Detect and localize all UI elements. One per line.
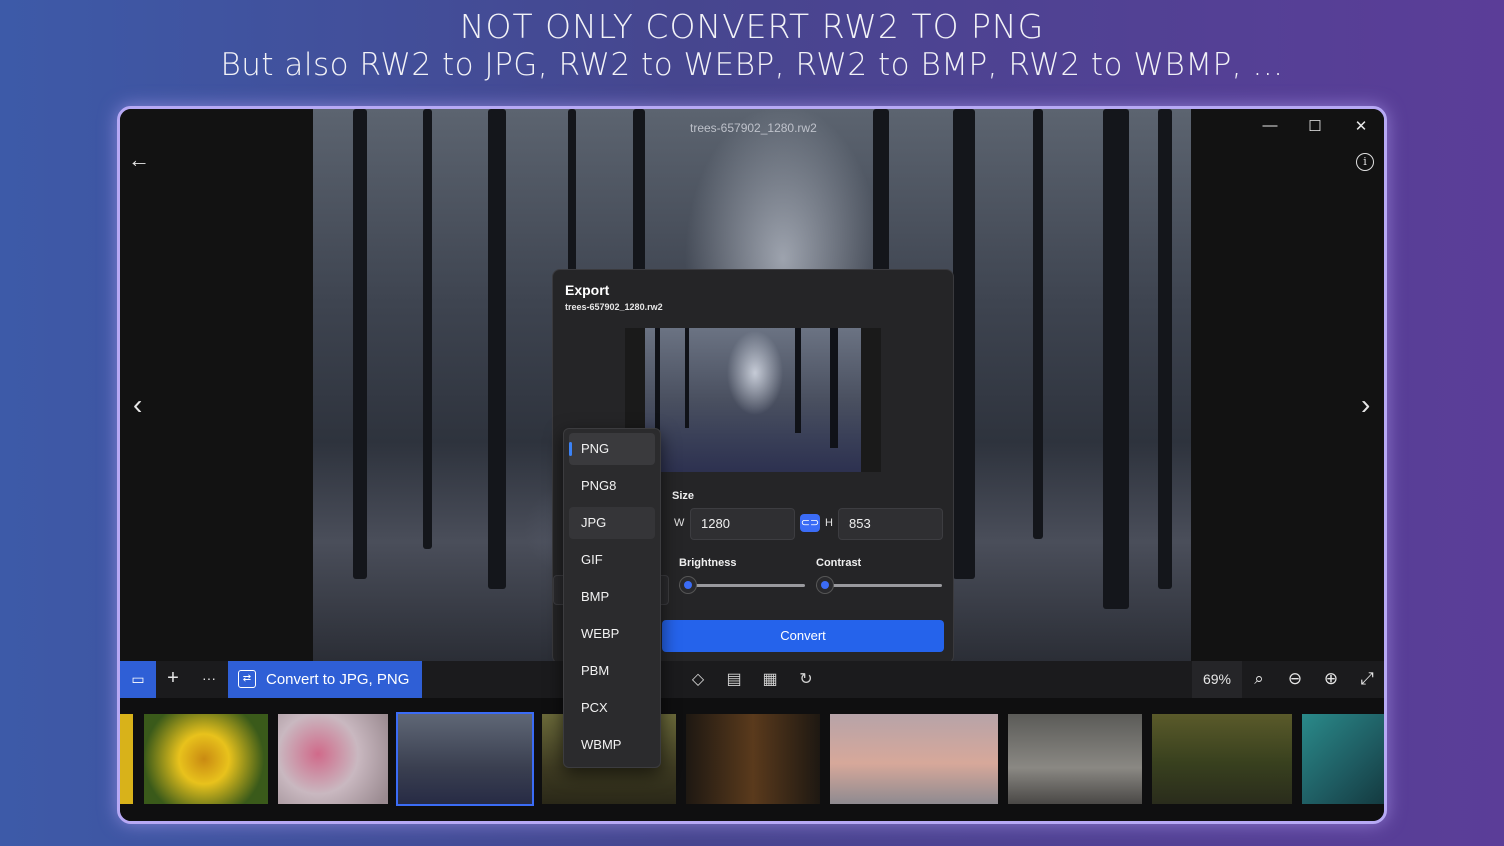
banner-line-1: NOT ONLY CONVERT RW2 TO PNG [459, 7, 1045, 46]
gallery-toggle-icon[interactable]: ▭ [120, 661, 156, 698]
add-icon[interactable]: + [158, 661, 188, 698]
minimize-button[interactable]: — [1255, 117, 1285, 134]
convert-button[interactable]: Convert [662, 620, 944, 652]
back-arrow-icon[interactable]: ← [128, 147, 150, 173]
filmstrip [120, 698, 1384, 821]
format-option-bmp[interactable]: BMP [569, 581, 655, 613]
thumbnail[interactable] [120, 714, 133, 804]
format-option-gif[interactable]: GIF [569, 544, 655, 576]
thumbnail[interactable] [830, 714, 998, 804]
close-button[interactable]: ✕ [1346, 117, 1376, 135]
format-option-png[interactable]: PNG [569, 433, 655, 465]
width-label: W [674, 517, 685, 529]
zoom-in-icon[interactable]: ⊕ [1318, 661, 1344, 698]
zoom-level: 69% [1192, 661, 1242, 698]
maximize-button[interactable]: ☐ [1300, 117, 1330, 135]
thumbnail[interactable] [686, 714, 820, 804]
more-icon[interactable]: ··· [194, 661, 224, 698]
width-input[interactable]: 1280 [690, 508, 795, 540]
thumbnail[interactable] [1302, 714, 1384, 804]
image-viewer: trees-657902_1280.rw2 — ☐ ✕ ← i ‹ › Expo… [120, 109, 1384, 664]
export-title: Export [565, 282, 610, 298]
convert-to-button[interactable]: ⇄ Convert to JPG, PNG [228, 661, 422, 698]
info-icon[interactable]: i [1356, 153, 1374, 171]
thumbnail[interactable] [1008, 714, 1142, 804]
window-filename: trees-657902_1280.rw2 [690, 121, 817, 135]
size-label: Size [672, 490, 695, 502]
edit-icon[interactable]: ▦ [756, 661, 784, 698]
convert-to-label: Convert to JPG, PNG [266, 671, 410, 688]
search-icon[interactable]: ⌕ [1246, 661, 1272, 698]
height-label: H [825, 517, 833, 529]
brightness-slider-thumb[interactable] [679, 576, 697, 594]
fullscreen-icon[interactable]: ⤢ [1354, 661, 1380, 698]
height-input[interactable]: 853 [838, 508, 943, 540]
convert-image-icon: ⇄ [238, 670, 256, 688]
prev-image-icon[interactable]: ‹ [133, 389, 142, 421]
thumbnail[interactable] [1152, 714, 1292, 804]
format-option-jpg[interactable]: JPG [569, 507, 655, 539]
zoom-out-icon[interactable]: ⊖ [1282, 661, 1308, 698]
promo-banner: NOT ONLY CONVERT RW2 TO PNG But also RW2… [0, 8, 1504, 84]
export-preview [625, 328, 881, 472]
rotate-icon[interactable]: ↻ [792, 661, 820, 698]
thumbnail[interactable] [278, 714, 388, 804]
contrast-slider[interactable] [816, 584, 942, 587]
print-icon[interactable]: ▤ [720, 661, 748, 698]
format-option-png8[interactable]: PNG8 [569, 470, 655, 502]
format-option-webp[interactable]: WEBP [569, 618, 655, 650]
format-option-wbmp[interactable]: WBMP [569, 729, 655, 761]
format-option-pcx[interactable]: PCX [569, 692, 655, 724]
thumbnail[interactable] [144, 714, 268, 804]
preview-image [645, 328, 861, 472]
format-dropdown: PNG PNG8 JPG GIF BMP WEBP PBM PCX WBMP [563, 428, 661, 768]
banner-line-2: But also RW2 to JPG, RW2 to WEBP, RW2 to… [220, 47, 1284, 83]
export-filename: trees-657902_1280.rw2 [565, 302, 663, 312]
contrast-label: Contrast [816, 557, 862, 569]
thumbnail-selected[interactable] [396, 712, 534, 806]
bottom-toolbar: ▭ + ··· ⇄ Convert to JPG, PNG ◇ ▤ ▦ ↻ 69… [120, 661, 1384, 698]
link-aspect-icon[interactable]: ⊂⊃ [800, 514, 820, 532]
brightness-label: Brightness [679, 557, 737, 569]
app-window: trees-657902_1280.rw2 — ☐ ✕ ← i ‹ › Expo… [117, 106, 1387, 824]
brightness-slider[interactable] [679, 584, 805, 587]
format-option-pbm[interactable]: PBM [569, 655, 655, 687]
contrast-slider-thumb[interactable] [816, 576, 834, 594]
next-image-icon[interactable]: › [1361, 389, 1370, 421]
eraser-icon[interactable]: ◇ [684, 661, 712, 698]
